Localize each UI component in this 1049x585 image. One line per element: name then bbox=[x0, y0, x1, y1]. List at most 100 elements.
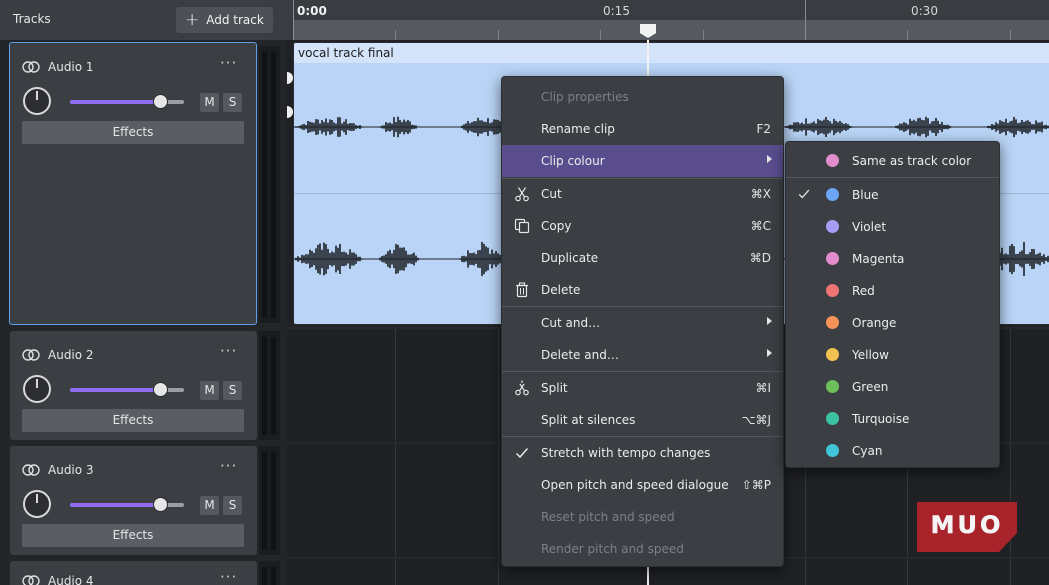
track-header-audio-2[interactable]: Audio 2 ··· M S Effects bbox=[10, 331, 257, 440]
menu-item-open-pitch-speed[interactable]: Open pitch and speed dialogue ⇧⌘P bbox=[502, 469, 783, 501]
volume-slider-thumb[interactable] bbox=[153, 497, 169, 512]
colour-option-label: Green bbox=[852, 380, 889, 394]
effects-button[interactable]: Effects bbox=[22, 524, 244, 547]
stereo-icon bbox=[22, 464, 40, 476]
colour-option-magenta[interactable]: Magenta bbox=[786, 242, 999, 274]
menu-item-label: Cut bbox=[541, 187, 562, 201]
colour-option-cyan[interactable]: Cyan bbox=[786, 434, 999, 466]
menu-item-rename-clip[interactable]: Rename clip F2 bbox=[502, 113, 783, 145]
more-options-icon[interactable]: ··· bbox=[220, 568, 237, 585]
track-name: Audio 4 bbox=[48, 574, 94, 585]
ruler-tick bbox=[805, 0, 806, 40]
menu-item-label: Clip properties bbox=[541, 90, 629, 104]
colour-option-violet[interactable]: Violet bbox=[786, 210, 999, 242]
volume-slider[interactable] bbox=[70, 94, 184, 109]
colour-option-red[interactable]: Red bbox=[786, 274, 999, 306]
menu-item-copy[interactable]: Copy ⌘C bbox=[502, 210, 783, 242]
menu-item-label: Open pitch and speed dialogue bbox=[541, 478, 729, 492]
menu-item-stretch-with-tempo[interactable]: Stretch with tempo changes bbox=[502, 437, 783, 469]
timeline-ruler[interactable]: 0:00 0:15 0:30 bbox=[287, 0, 1049, 40]
more-options-icon[interactable]: ··· bbox=[220, 54, 237, 72]
add-track-button[interactable]: + Add track bbox=[176, 7, 273, 33]
clip-header[interactable]: vocal track final bbox=[294, 43, 1049, 63]
colour-option-same-as-track[interactable]: Same as track color bbox=[786, 144, 999, 176]
pan-knob[interactable] bbox=[23, 375, 51, 403]
menu-item-label: Delete and… bbox=[541, 348, 619, 362]
menu-item-cut-and[interactable]: Cut and… bbox=[502, 307, 783, 339]
volume-slider-fill bbox=[70, 503, 161, 507]
pan-knob[interactable] bbox=[23, 490, 51, 518]
solo-button[interactable]: S bbox=[223, 381, 242, 400]
menu-item-cut[interactable]: Cut ⌘X bbox=[502, 178, 783, 210]
ruler-tick bbox=[498, 30, 499, 40]
more-options-icon[interactable]: ··· bbox=[220, 457, 237, 475]
colour-swatch bbox=[826, 412, 839, 425]
meter-channel-left bbox=[262, 337, 267, 435]
grid-line bbox=[395, 329, 396, 442]
ruler-label-15: 0:15 bbox=[603, 4, 630, 18]
scissors-icon bbox=[515, 187, 529, 202]
grid-line bbox=[805, 559, 806, 585]
colour-option-yellow[interactable]: Yellow bbox=[786, 338, 999, 370]
solo-button[interactable]: S bbox=[223, 93, 242, 112]
volume-slider-thumb[interactable] bbox=[153, 382, 169, 397]
track-name: Audio 1 bbox=[48, 60, 94, 74]
menu-item-clip-colour[interactable]: Clip colour bbox=[502, 145, 783, 177]
submenu-arrow-icon bbox=[767, 349, 772, 357]
more-options-icon[interactable]: ··· bbox=[220, 342, 237, 360]
colour-option-blue[interactable]: Blue bbox=[786, 178, 999, 210]
colour-option-label: Yellow bbox=[852, 348, 889, 362]
colour-option-orange[interactable]: Orange bbox=[786, 306, 999, 338]
menu-item-split-at-silences[interactable]: Split at silences ⌥⌘J bbox=[502, 404, 783, 436]
menu-item-shortcut: ⇧⌘P bbox=[741, 478, 771, 492]
menu-item-delete[interactable]: Delete bbox=[502, 274, 783, 306]
stereo-icon bbox=[22, 349, 40, 361]
volume-slider-thumb[interactable] bbox=[153, 94, 169, 109]
muo-watermark-logo: MUO bbox=[917, 502, 1017, 552]
track-header-audio-1[interactable]: Audio 1 ··· M S Effects bbox=[9, 42, 257, 325]
trash-icon bbox=[516, 282, 528, 298]
grid-line bbox=[395, 559, 396, 585]
colour-option-turquoise[interactable]: Turquoise bbox=[786, 402, 999, 434]
colour-option-label: Violet bbox=[852, 220, 887, 234]
mute-button[interactable]: M bbox=[200, 496, 219, 515]
colour-option-label: Turquoise bbox=[852, 412, 910, 426]
copy-icon bbox=[514, 218, 530, 234]
effects-button[interactable]: Effects bbox=[22, 409, 244, 432]
colour-swatch bbox=[826, 252, 839, 265]
checkmark-icon bbox=[515, 448, 529, 459]
grid-line bbox=[395, 444, 396, 557]
volume-slider[interactable] bbox=[70, 497, 184, 512]
menu-item-render-pitch-speed[interactable]: Render pitch and speed bbox=[502, 533, 783, 565]
ruler-tick bbox=[703, 30, 704, 40]
menu-item-split[interactable]: Split ⌘I bbox=[502, 372, 783, 404]
menu-item-label: Cut and… bbox=[541, 316, 601, 330]
meter-channel-right bbox=[271, 452, 276, 550]
menu-item-clip-properties[interactable]: Clip properties bbox=[502, 81, 783, 113]
menu-item-shortcut: ⌥⌘J bbox=[741, 413, 771, 427]
track-header-audio-3[interactable]: Audio 3 ··· M S Effects bbox=[10, 446, 257, 555]
checkmark-icon bbox=[798, 189, 810, 199]
colour-swatch bbox=[826, 316, 839, 329]
mute-button[interactable]: M bbox=[200, 381, 219, 400]
clip-context-menu: Clip properties Rename clip F2 Clip colo… bbox=[501, 76, 784, 567]
menu-item-delete-and[interactable]: Delete and… bbox=[502, 339, 783, 371]
track-header-audio-4[interactable]: Audio 4 ··· bbox=[10, 561, 257, 585]
menu-item-duplicate[interactable]: Duplicate ⌘D bbox=[502, 242, 783, 274]
meter-channel-right bbox=[271, 567, 276, 585]
colour-option-green[interactable]: Green bbox=[786, 370, 999, 402]
track-list: Audio 1 ··· M S Effects Audio 2 ··· M S … bbox=[0, 40, 287, 585]
menu-item-reset-pitch-speed[interactable]: Reset pitch and speed bbox=[502, 501, 783, 533]
solo-button[interactable]: S bbox=[223, 496, 242, 515]
volume-slider[interactable] bbox=[70, 382, 184, 397]
ruler-tick bbox=[395, 30, 396, 40]
pan-knob[interactable] bbox=[23, 87, 51, 115]
menu-item-label: Clip colour bbox=[541, 154, 605, 168]
colour-swatch bbox=[826, 444, 839, 457]
level-meter bbox=[259, 446, 280, 555]
grid-line bbox=[498, 329, 499, 442]
colour-option-label: Blue bbox=[852, 188, 879, 202]
mute-button[interactable]: M bbox=[200, 93, 219, 112]
effects-button[interactable]: Effects bbox=[22, 121, 244, 144]
colour-option-label: Cyan bbox=[852, 444, 883, 458]
